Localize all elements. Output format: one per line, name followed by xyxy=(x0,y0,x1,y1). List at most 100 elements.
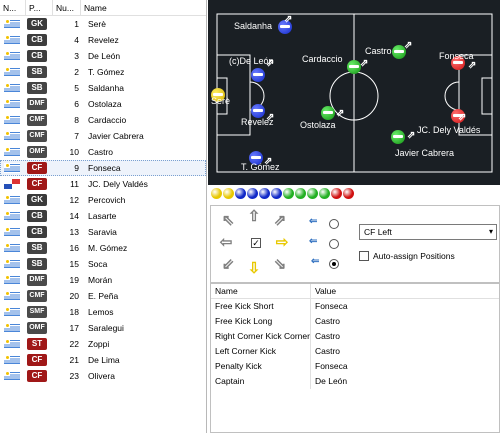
table-row[interactable]: OMF 10 Castro xyxy=(0,144,206,160)
table-row[interactable]: GK 1 Serè xyxy=(0,16,206,32)
formation-pitch[interactable]: Serè (c)De León ⇗ Revelez ⇗ Saldanha ⇗ T. Gómez… xyxy=(208,0,500,185)
player-name: Castro xyxy=(88,147,114,157)
col-header-name[interactable]: Name xyxy=(81,0,206,16)
table-row[interactable]: CF 21 De Lima xyxy=(0,352,206,368)
table-row[interactable]: Left Corner Kick Castro xyxy=(211,344,499,359)
flag-icon xyxy=(4,211,20,221)
player-number: 15 xyxy=(69,259,79,269)
arrow-down-left-icon[interactable]: ⇙ xyxy=(219,256,237,274)
color-ball xyxy=(235,188,246,199)
table-row[interactable]: SB 2 T. Gómez xyxy=(0,64,206,80)
color-ball xyxy=(343,188,354,199)
arrow-up-icon[interactable]: ⇧ xyxy=(245,208,263,226)
position-badge: DMF xyxy=(27,274,47,286)
player-list[interactable]: N... P... Nu... Name GK 1 Serè CB 4 Revelez CB… xyxy=(0,0,207,433)
position-badge: SB xyxy=(27,242,47,254)
auto-assign-checkbox[interactable]: Auto-assign Positions xyxy=(359,251,455,261)
movement-arrow-icon: ⇗ xyxy=(458,112,467,123)
chevron-down-icon[interactable]: ▾ xyxy=(489,225,493,239)
player-name: Morán xyxy=(88,275,113,285)
controls-panel: ⇖ ⇧ ⇗ ⇦ ✓ ⇨ ⇙ ⇩ ⇘ ⇐ ⇐ ⇐ CF Left ▾ Auto-a… xyxy=(210,205,500,283)
formation-select[interactable]: CF Left ▾ xyxy=(359,224,497,240)
role-value[interactable]: Castro xyxy=(311,314,499,329)
table-row[interactable]: Right Corner Kick Corner Castro xyxy=(211,329,499,344)
player-name: Saralegui xyxy=(88,323,124,333)
player-number: 18 xyxy=(69,307,79,317)
table-row[interactable]: DMF 6 Ostolaza xyxy=(0,96,206,112)
table-row[interactable]: CMF 7 Javier Cabrera xyxy=(0,128,206,144)
table-row[interactable]: SB 16 M. Gómez xyxy=(0,240,206,256)
table-row[interactable]: ST 22 Zoppi xyxy=(0,336,206,352)
player-number: 5 xyxy=(74,83,79,93)
position-badge: SB xyxy=(27,82,47,94)
table-row[interactable]: CB 14 Lasarte xyxy=(0,208,206,224)
position-badge: CB xyxy=(27,50,47,62)
arrow-left-icon[interactable]: ⇦ xyxy=(217,234,235,252)
flag-icon xyxy=(4,227,20,237)
role-name: Free Kick Short xyxy=(211,299,311,314)
table-row[interactable]: SMF 18 Lemos xyxy=(0,304,206,320)
position-badge: CB xyxy=(27,226,47,238)
table-row[interactable]: DMF 19 Morán xyxy=(0,272,206,288)
col-header-position[interactable]: P... xyxy=(26,0,53,16)
player-number: 19 xyxy=(69,275,79,285)
arrow-down-icon[interactable]: ⇩ xyxy=(245,260,263,278)
radio-option-3[interactable] xyxy=(329,259,339,269)
color-ball xyxy=(283,188,294,199)
player-number: 2 xyxy=(74,67,79,77)
role-value[interactable]: De León xyxy=(311,374,499,389)
arrow-down-right-icon[interactable]: ⇘ xyxy=(271,256,289,274)
role-value[interactable]: Fonseca xyxy=(311,299,499,314)
player-name: Percovich xyxy=(88,195,126,205)
color-ball xyxy=(295,188,306,199)
role-value[interactable]: Castro xyxy=(311,344,499,359)
table-row[interactable]: GK 12 Percovich xyxy=(0,192,206,208)
table-row[interactable]: CF 11 JC. Dely Valdés xyxy=(0,176,206,192)
player-name: JC. Dely Valdés xyxy=(88,179,148,189)
col-header-role-name[interactable]: Name xyxy=(211,284,311,298)
center-check-icon[interactable]: ✓ xyxy=(251,238,261,248)
radio-option-2[interactable] xyxy=(329,239,339,249)
position-badge: OMF xyxy=(27,146,47,158)
player-number: 6 xyxy=(74,99,79,109)
arrow-up-right-icon[interactable]: ⇗ xyxy=(271,212,289,230)
player-marker[interactable] xyxy=(251,104,265,118)
position-badge: OMF xyxy=(27,322,47,334)
position-badge: GK xyxy=(27,18,47,30)
radio-option-1[interactable] xyxy=(329,219,339,229)
player-marker[interactable] xyxy=(347,60,361,74)
col-header-role-value[interactable]: Value xyxy=(311,284,499,298)
table-row[interactable]: Free Kick Short Fonseca xyxy=(211,299,499,314)
table-row[interactable]: Free Kick Long Castro xyxy=(211,314,499,329)
player-name: Javier Cabrera xyxy=(88,131,144,141)
table-row[interactable]: CB 4 Revelez xyxy=(0,32,206,48)
move-left-arrow-icon: ⇐ xyxy=(309,236,318,247)
player-number: 3 xyxy=(74,51,79,61)
table-row[interactable]: SB 15 Soca xyxy=(0,256,206,272)
table-row[interactable]: CMF 20 E. Peña xyxy=(0,288,206,304)
movement-arrow-icon: ⇗ xyxy=(404,40,413,51)
table-row[interactable]: CB 13 Saravia xyxy=(0,224,206,240)
col-header-nationality[interactable]: N... xyxy=(0,0,26,16)
table-row[interactable]: CB 3 De León xyxy=(0,48,206,64)
role-value[interactable]: Fonseca xyxy=(311,359,499,374)
role-value[interactable]: Castro xyxy=(311,329,499,344)
table-row[interactable]: CMF 8 Cardaccio xyxy=(0,112,206,128)
table-row[interactable]: CF 9 Fonseca xyxy=(0,160,206,176)
player-marker[interactable] xyxy=(251,68,265,82)
table-row[interactable]: SB 5 Saldanha xyxy=(0,80,206,96)
table-row[interactable]: CF 23 Olivera xyxy=(0,368,206,384)
position-badge: ST xyxy=(27,338,47,350)
arrow-right-icon[interactable]: ⇨ xyxy=(273,234,291,252)
table-row[interactable]: OMF 17 Saralegui xyxy=(0,320,206,336)
player-marker[interactable] xyxy=(321,106,335,120)
flag-icon xyxy=(4,67,20,77)
table-row[interactable]: Penalty Kick Fonseca xyxy=(211,359,499,374)
checkbox-box[interactable] xyxy=(359,251,369,261)
col-header-number[interactable]: Nu... xyxy=(53,0,81,16)
player-marker[interactable] xyxy=(391,130,405,144)
flag-icon xyxy=(4,179,20,189)
arrow-up-left-icon[interactable]: ⇖ xyxy=(219,212,237,230)
table-row[interactable]: Captain De León xyxy=(211,374,499,389)
player-name: Ostolaza xyxy=(88,99,122,109)
